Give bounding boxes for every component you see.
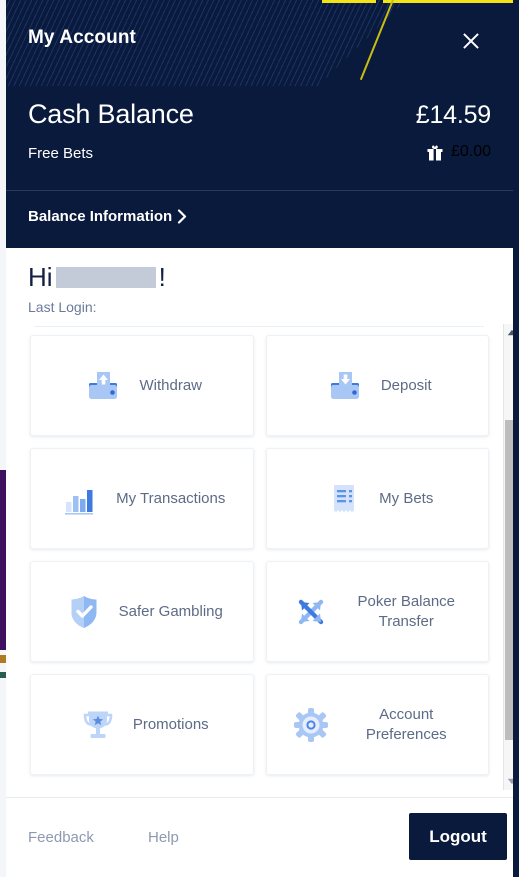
greeting-hi: Hi [28,262,53,292]
tile-my-transactions[interactable]: My Transactions [30,448,254,549]
tile-label: Deposit [380,376,432,394]
tile-label: My Transactions [116,489,226,507]
help-link[interactable]: Help [148,829,179,846]
tile-promotions[interactable]: Promotions [30,674,254,775]
account-actions-grid: Withdraw Deposit My Transactions My Bets… [6,327,513,783]
tile-label: Account Preferences [365,706,447,743]
greeting-line: Hi ! [28,262,513,294]
my-account-panel-screen: My Account Cash Balance £14.59 Free Bets… [0,0,519,877]
balance-information-link[interactable]: Balance Information [28,208,187,225]
page-title: My Account [28,27,136,48]
tile-deposit[interactable]: Deposit [265,335,489,436]
free-bets-value-group: £0.00 [427,143,491,161]
tile-label: Poker Balance Transfer [357,593,456,630]
header-divider [6,190,513,191]
tile-label: My Bets [379,489,434,507]
last-login-label: Last Login: [28,299,97,315]
greeting-area: Hi ! Last Login: [6,248,513,327]
tile-withdraw[interactable]: Withdraw [30,335,254,436]
account-header: My Account Cash Balance £14.59 Free Bets… [6,0,513,248]
cash-balance-value: £14.59 [415,101,491,129]
tile-safer-gambling[interactable]: Safer Gambling [30,561,254,662]
account-body: Hi ! Last Login: Withdraw Deposit My Tra… [6,248,513,877]
gift-icon [427,144,443,160]
trophy-star-icon [75,702,121,748]
tile-poker-balance-transfer[interactable]: Poker Balance Transfer [265,561,489,662]
cash-balance-label: Cash Balance [28,99,194,129]
panel-right-edge [513,0,519,877]
wallet-down-arrow-icon [323,363,369,409]
shield-check-icon [61,589,107,635]
tile-label: Promotions [132,715,209,733]
tile-label: Safer Gambling [118,602,223,620]
tile-account-preferences[interactable]: Account Preferences [265,674,489,775]
tiles-scroll-area: Withdraw Deposit My Transactions My Bets… [6,327,513,869]
tile-label: Withdraw [139,376,202,394]
receipt-icon [321,476,367,522]
greeting-exclamation: ! [158,262,166,292]
account-overlay-panel: My Account Cash Balance £14.59 Free Bets… [6,0,513,877]
logout-button[interactable]: Logout [409,813,507,860]
username-redacted [55,267,156,288]
wallet-up-arrow-icon [81,363,127,409]
free-bets-value: £0.00 [450,143,491,160]
chevron-right-icon [178,209,187,224]
top-accent-bar-left [322,0,376,3]
free-bets-label: Free Bets [28,145,94,162]
gear-icon [288,702,334,748]
top-accent-bar-right [383,0,513,3]
balance-information-label: Balance Information [28,208,173,225]
bar-chart-icon [58,476,104,522]
balance-summary: Cash Balance £14.59 Free Bets £0.00 [6,86,513,186]
transfer-arrows-icon [288,589,334,635]
close-icon[interactable] [458,28,484,54]
tile-my-bets[interactable]: My Bets [265,448,489,549]
feedback-link[interactable]: Feedback [28,829,94,846]
account-footer: Feedback Help Logout [6,797,513,877]
